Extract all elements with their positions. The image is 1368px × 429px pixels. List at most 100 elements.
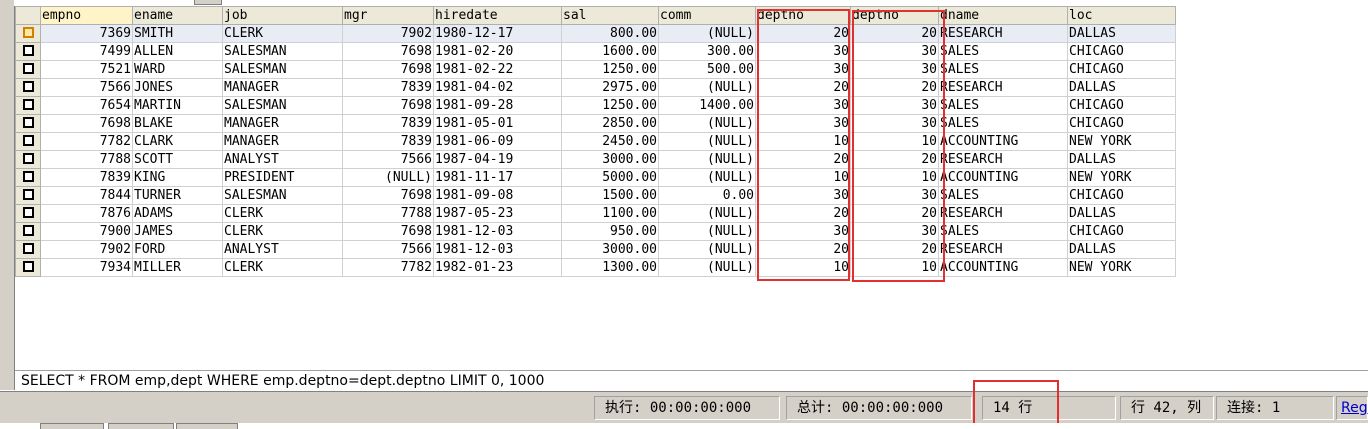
cell-hiredate[interactable]: 1981-09-28 bbox=[433, 96, 562, 115]
cell-loc[interactable]: CHICAGO bbox=[1067, 42, 1176, 61]
cell-empno[interactable]: 7788 bbox=[40, 150, 133, 169]
table-row[interactable]: 7844 TURNER SALESMAN 7698 1981-09-08 1500.00 0… bbox=[15, 186, 1176, 205]
cell-ename[interactable]: ADAMS bbox=[132, 204, 223, 223]
cell-comm[interactable]: (NULL) bbox=[658, 240, 756, 259]
cell-sal[interactable]: 800.00 bbox=[561, 24, 659, 43]
cell-job[interactable]: MANAGER bbox=[222, 114, 343, 133]
cell-sal[interactable]: 1250.00 bbox=[561, 60, 659, 79]
cell-job[interactable]: CLERK bbox=[222, 222, 343, 241]
cell-job[interactable]: SALESMAN bbox=[222, 60, 343, 79]
cell-mgr[interactable]: 7839 bbox=[342, 132, 434, 151]
cell-empno[interactable]: 7902 bbox=[40, 240, 133, 259]
cell-hiredate[interactable]: 1982-01-23 bbox=[433, 258, 562, 277]
cell-dname[interactable]: ACCOUNTING bbox=[938, 258, 1068, 277]
cell-mgr[interactable]: 7698 bbox=[342, 42, 434, 61]
cell-dname[interactable]: RESEARCH bbox=[938, 150, 1068, 169]
cell-sal[interactable]: 1100.00 bbox=[561, 204, 659, 223]
cell-sal[interactable]: 3000.00 bbox=[561, 150, 659, 169]
cell-hiredate[interactable]: 1981-05-01 bbox=[433, 114, 562, 133]
column-header-comm[interactable]: comm bbox=[658, 6, 756, 25]
row-selector[interactable] bbox=[15, 168, 41, 187]
cell-hiredate[interactable]: 1981-06-09 bbox=[433, 132, 562, 151]
cell-sal[interactable]: 2450.00 bbox=[561, 132, 659, 151]
row-selector[interactable] bbox=[15, 258, 41, 277]
cell-comm[interactable]: (NULL) bbox=[658, 78, 756, 97]
cell-ename[interactable]: MILLER bbox=[132, 258, 223, 277]
bottom-tab[interactable] bbox=[176, 423, 238, 429]
cell-mgr[interactable]: 7839 bbox=[342, 114, 434, 133]
cell-empno[interactable]: 7499 bbox=[40, 42, 133, 61]
cell-loc[interactable]: CHICAGO bbox=[1067, 114, 1176, 133]
table-row[interactable]: 7369 SMITH CLERK 7902 1980-12-17 800.00 (NULL)… bbox=[15, 24, 1176, 43]
column-header-job[interactable]: job bbox=[222, 6, 343, 25]
cell-mgr[interactable]: 7566 bbox=[342, 150, 434, 169]
cell-job[interactable]: ANALYST bbox=[222, 240, 343, 259]
table-row[interactable]: 7654 MARTIN SALESMAN 7698 1981-09-28 1250.00 1… bbox=[15, 96, 1176, 115]
cell-comm[interactable]: 0.00 bbox=[658, 186, 756, 205]
cell-comm[interactable]: (NULL) bbox=[658, 24, 756, 43]
row-header-corner[interactable] bbox=[15, 6, 41, 25]
cell-loc[interactable]: DALLAS bbox=[1067, 150, 1176, 169]
column-header-hiredate[interactable]: hiredate bbox=[433, 6, 562, 25]
row-selector[interactable] bbox=[15, 240, 41, 259]
cell-job[interactable]: SALESMAN bbox=[222, 42, 343, 61]
cell-dname[interactable]: SALES bbox=[938, 96, 1068, 115]
cell-sal[interactable]: 5000.00 bbox=[561, 168, 659, 187]
row-selector[interactable] bbox=[15, 78, 41, 97]
cell-loc[interactable]: NEW YORK bbox=[1067, 132, 1176, 151]
cell-dname[interactable]: RESEARCH bbox=[938, 78, 1068, 97]
cell-mgr[interactable]: 7698 bbox=[342, 96, 434, 115]
cell-dname[interactable]: SALES bbox=[938, 114, 1068, 133]
table-row[interactable]: 7876 ADAMS CLERK 7788 1987-05-23 1100.00 (NULL… bbox=[15, 204, 1176, 223]
cell-loc[interactable]: DALLAS bbox=[1067, 240, 1176, 259]
cell-dname[interactable]: RESEARCH bbox=[938, 240, 1068, 259]
cell-empno[interactable]: 7698 bbox=[40, 114, 133, 133]
cell-empno[interactable]: 7900 bbox=[40, 222, 133, 241]
cell-comm[interactable]: 1400.00 bbox=[658, 96, 756, 115]
cell-mgr[interactable]: 7788 bbox=[342, 204, 434, 223]
cell-hiredate[interactable]: 1980-12-17 bbox=[433, 24, 562, 43]
cell-comm[interactable]: (NULL) bbox=[658, 168, 756, 187]
cell-mgr[interactable]: 7902 bbox=[342, 24, 434, 43]
cell-hiredate[interactable]: 1981-09-08 bbox=[433, 186, 562, 205]
cell-ename[interactable]: WARD bbox=[132, 60, 223, 79]
cell-empno[interactable]: 7369 bbox=[40, 24, 133, 43]
cell-hiredate[interactable]: 1987-04-19 bbox=[433, 150, 562, 169]
cell-empno[interactable]: 7654 bbox=[40, 96, 133, 115]
cell-loc[interactable]: CHICAGO bbox=[1067, 60, 1176, 79]
cell-sal[interactable]: 1250.00 bbox=[561, 96, 659, 115]
cell-empno[interactable]: 7934 bbox=[40, 258, 133, 277]
cell-ename[interactable]: ALLEN bbox=[132, 42, 223, 61]
cell-ename[interactable]: KING bbox=[132, 168, 223, 187]
cell-job[interactable]: PRESIDENT bbox=[222, 168, 343, 187]
cell-loc[interactable]: NEW YORK bbox=[1067, 258, 1176, 277]
cell-ename[interactable]: SMITH bbox=[132, 24, 223, 43]
row-selector[interactable] bbox=[15, 204, 41, 223]
cell-mgr[interactable]: 7698 bbox=[342, 222, 434, 241]
cell-comm[interactable]: (NULL) bbox=[658, 258, 756, 277]
cell-hiredate[interactable]: 1981-04-02 bbox=[433, 78, 562, 97]
cell-job[interactable]: CLERK bbox=[222, 204, 343, 223]
row-selector[interactable] bbox=[15, 150, 41, 169]
column-header-empno[interactable]: empno bbox=[40, 6, 133, 25]
cell-empno[interactable]: 7876 bbox=[40, 204, 133, 223]
cell-job[interactable]: CLERK bbox=[222, 258, 343, 277]
table-row[interactable]: 7698 BLAKE MANAGER 7839 1981-05-01 2850.00 (NU… bbox=[15, 114, 1176, 133]
bottom-tab[interactable] bbox=[40, 423, 104, 429]
cell-dname[interactable]: RESEARCH bbox=[938, 24, 1068, 43]
cell-hiredate[interactable]: 1981-12-03 bbox=[433, 222, 562, 241]
cell-sal[interactable]: 1500.00 bbox=[561, 186, 659, 205]
row-selector[interactable] bbox=[15, 24, 41, 43]
cell-loc[interactable]: DALLAS bbox=[1067, 78, 1176, 97]
table-row[interactable]: 7788 SCOTT ANALYST 7566 1987-04-19 3000.00 (NU… bbox=[15, 150, 1176, 169]
cell-loc[interactable]: NEW YORK bbox=[1067, 168, 1176, 187]
column-header-ename[interactable]: ename bbox=[132, 6, 223, 25]
cell-hiredate[interactable]: 1981-12-03 bbox=[433, 240, 562, 259]
cell-ename[interactable]: FORD bbox=[132, 240, 223, 259]
cell-mgr[interactable]: 7782 bbox=[342, 258, 434, 277]
cell-dname[interactable]: RESEARCH bbox=[938, 204, 1068, 223]
cell-dname[interactable]: ACCOUNTING bbox=[938, 168, 1068, 187]
cell-empno[interactable]: 7521 bbox=[40, 60, 133, 79]
table-row[interactable]: 7839 KING PRESIDENT (NULL) 1981-11-17 5000.00… bbox=[15, 168, 1176, 187]
cell-dname[interactable]: SALES bbox=[938, 222, 1068, 241]
